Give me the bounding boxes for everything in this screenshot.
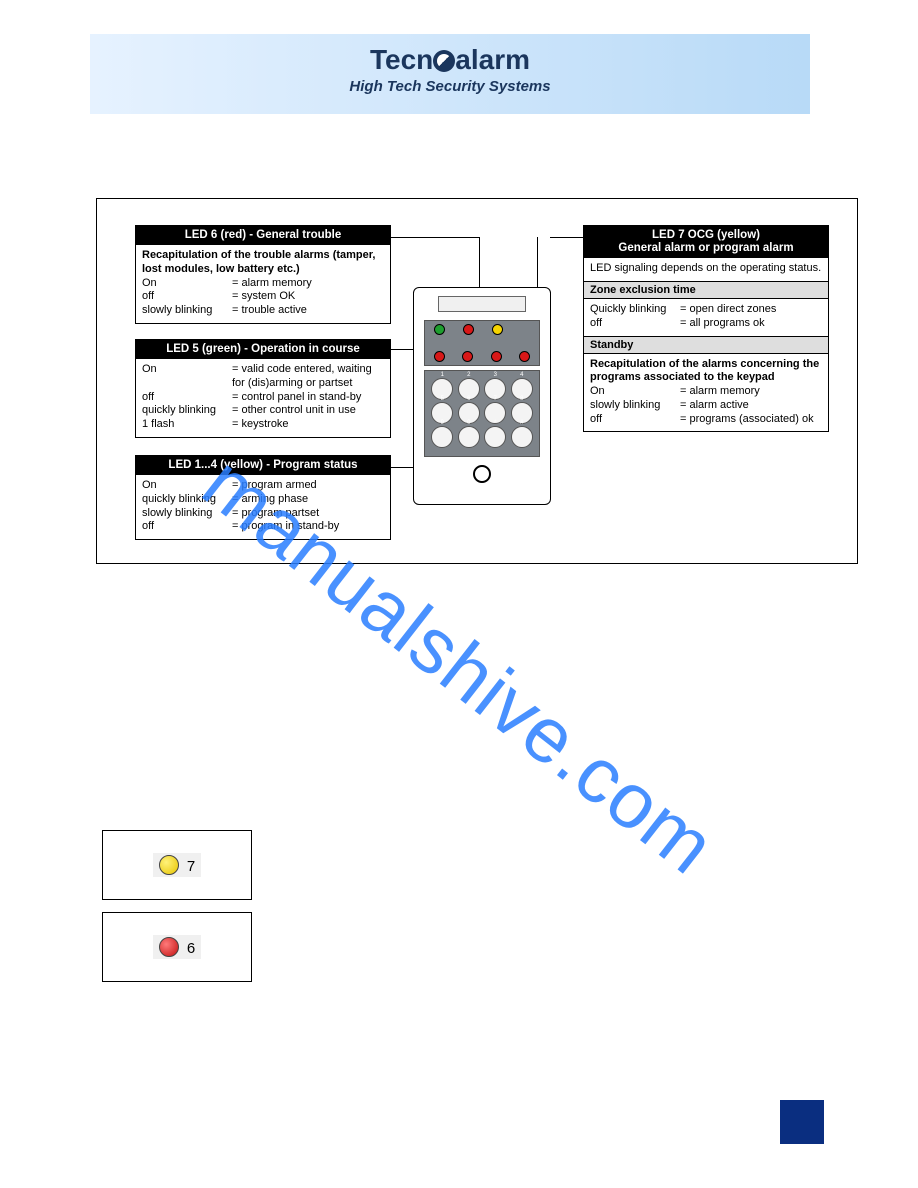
led7-title-line2: General alarm or program alarm bbox=[618, 242, 793, 254]
led14-row-val: = program armed bbox=[232, 479, 384, 493]
led4-icon bbox=[519, 351, 530, 362]
connector-line bbox=[550, 237, 586, 238]
key-label: 6 bbox=[467, 396, 470, 402]
page-header: Tecn alarm High Tech Security Systems bbox=[90, 34, 810, 114]
led7-section-zone: Zone exclusion time bbox=[584, 281, 828, 299]
speaker-icon bbox=[473, 465, 491, 483]
led7-title-line1: LED 7 OCG (yellow) bbox=[652, 229, 760, 241]
infobox-led14-title: LED 1...4 (yellow) - Program status bbox=[136, 456, 390, 475]
led7-s2-row-key: slowly blinking bbox=[590, 399, 680, 413]
key-label: 1 bbox=[441, 372, 444, 378]
led6-row-val: = system OK bbox=[232, 290, 384, 304]
led6-row-key: On bbox=[142, 277, 232, 291]
keypad-key: # bbox=[511, 426, 533, 448]
keypad-device: 1 2 3 4 5 6 7 8 9 0 * # bbox=[413, 287, 551, 505]
infobox-led5-title: LED 5 (green) - Operation in course bbox=[136, 340, 390, 359]
led6-red-icon bbox=[463, 324, 474, 335]
led14-row-key: off bbox=[142, 520, 232, 534]
led5-row-val: = control panel in stand-by bbox=[232, 391, 384, 405]
led5-green-icon bbox=[434, 324, 445, 335]
led6-row-val: = alarm memory bbox=[232, 277, 384, 291]
led6-row-key: slowly blinking bbox=[142, 304, 232, 318]
footer-square bbox=[780, 1100, 824, 1144]
infobox-led6-title: LED 6 (red) - General trouble bbox=[136, 226, 390, 245]
brand-prefix: Tecn bbox=[370, 44, 433, 75]
led2-icon bbox=[462, 351, 473, 362]
key-label: 7 bbox=[494, 396, 497, 402]
led7-s2-row-val: = alarm memory bbox=[680, 385, 822, 399]
led14-row-val: = program in stand-by bbox=[232, 520, 384, 534]
led5-row-val: = keystroke bbox=[232, 418, 384, 432]
key-label: # bbox=[520, 420, 523, 426]
led7-s2-row-key: off bbox=[590, 413, 680, 427]
infobox-led5: LED 5 (green) - Operation in course On= … bbox=[135, 339, 391, 438]
led3-icon bbox=[491, 351, 502, 362]
infobox-led7-title: LED 7 OCG (yellow) General alarm or prog… bbox=[584, 226, 828, 258]
brand-tagline: High Tech Security Systems bbox=[90, 78, 810, 95]
brand-suffix: alarm bbox=[455, 44, 530, 75]
led5-row-key: 1 flash bbox=[142, 418, 232, 432]
status-box-led6: 6 bbox=[102, 912, 252, 982]
keypad-key: * bbox=[484, 426, 506, 448]
led14-row-key: On bbox=[142, 479, 232, 493]
led6-row-val: = trouble active bbox=[232, 304, 384, 318]
led5-row-key: off bbox=[142, 391, 232, 405]
key-label: 8 bbox=[520, 396, 523, 402]
led5-row-key: On bbox=[142, 363, 232, 391]
led14-row-key: slowly blinking bbox=[142, 507, 232, 521]
status-led6-label: 6 bbox=[187, 940, 195, 957]
connector-line bbox=[390, 237, 480, 238]
led7-s2-row-key: On bbox=[590, 385, 680, 399]
led5-row-val: = valid code entered, waiting for (dis)a… bbox=[232, 363, 384, 391]
led14-row-val: = arming phase bbox=[232, 493, 384, 507]
keypad-key: 0 bbox=[458, 426, 480, 448]
key-label: 2 bbox=[467, 372, 470, 378]
led7-s1-row-val: = all programs ok bbox=[680, 317, 822, 331]
brand-glyph-icon bbox=[433, 50, 455, 72]
device-display bbox=[438, 296, 526, 312]
led7-section-standby: Standby bbox=[584, 336, 828, 354]
led7-s1-row-val: = open direct zones bbox=[680, 303, 822, 317]
key-label: 5 bbox=[441, 396, 444, 402]
key-label: 9 bbox=[441, 420, 444, 426]
key-label: 0 bbox=[467, 420, 470, 426]
brand-logo: Tecn alarm bbox=[90, 44, 810, 76]
led-diagram-panel: LED 6 (red) - General trouble Recapitula… bbox=[96, 198, 858, 564]
infobox-led7: LED 7 OCG (yellow) General alarm or prog… bbox=[583, 225, 829, 432]
led7-s2-row-val: = alarm active bbox=[680, 399, 822, 413]
led6-row-key: off bbox=[142, 290, 232, 304]
led1-icon bbox=[434, 351, 445, 362]
led14-row-key: quickly blinking bbox=[142, 493, 232, 507]
led7-s2-caption: Recapitulation of the alarms concerning … bbox=[590, 358, 822, 386]
led-strip bbox=[424, 320, 540, 366]
led7-intro: LED signaling depends on the operating s… bbox=[584, 258, 828, 281]
led5-row-key: quickly blinking bbox=[142, 404, 232, 418]
keypad-key: 9 bbox=[431, 426, 453, 448]
led7-s1-row-key: Quickly blinking bbox=[590, 303, 680, 317]
led14-row-val: = program partset bbox=[232, 507, 384, 521]
infobox-led14: LED 1...4 (yellow) - Program status On= … bbox=[135, 455, 391, 540]
led5-row-val: = other control unit in use bbox=[232, 404, 384, 418]
led7-yellow-icon bbox=[492, 324, 503, 335]
led7-s1-row-key: off bbox=[590, 317, 680, 331]
key-label: 4 bbox=[520, 372, 523, 378]
key-label: * bbox=[494, 420, 496, 426]
infobox-led6-caption: Recapitulation of the trouble alarms (ta… bbox=[142, 249, 384, 277]
status-box-led7: 7 bbox=[102, 830, 252, 900]
led7-s2-row-val: = programs (associated) ok bbox=[680, 413, 822, 427]
yellow-led-icon bbox=[159, 855, 179, 875]
infobox-led6: LED 6 (red) - General trouble Recapitula… bbox=[135, 225, 391, 324]
red-led-icon bbox=[159, 937, 179, 957]
key-label: 3 bbox=[494, 372, 497, 378]
keypad-grid: 1 2 3 4 5 6 7 8 9 0 * # bbox=[424, 370, 540, 457]
status-led7-label: 7 bbox=[187, 858, 195, 875]
